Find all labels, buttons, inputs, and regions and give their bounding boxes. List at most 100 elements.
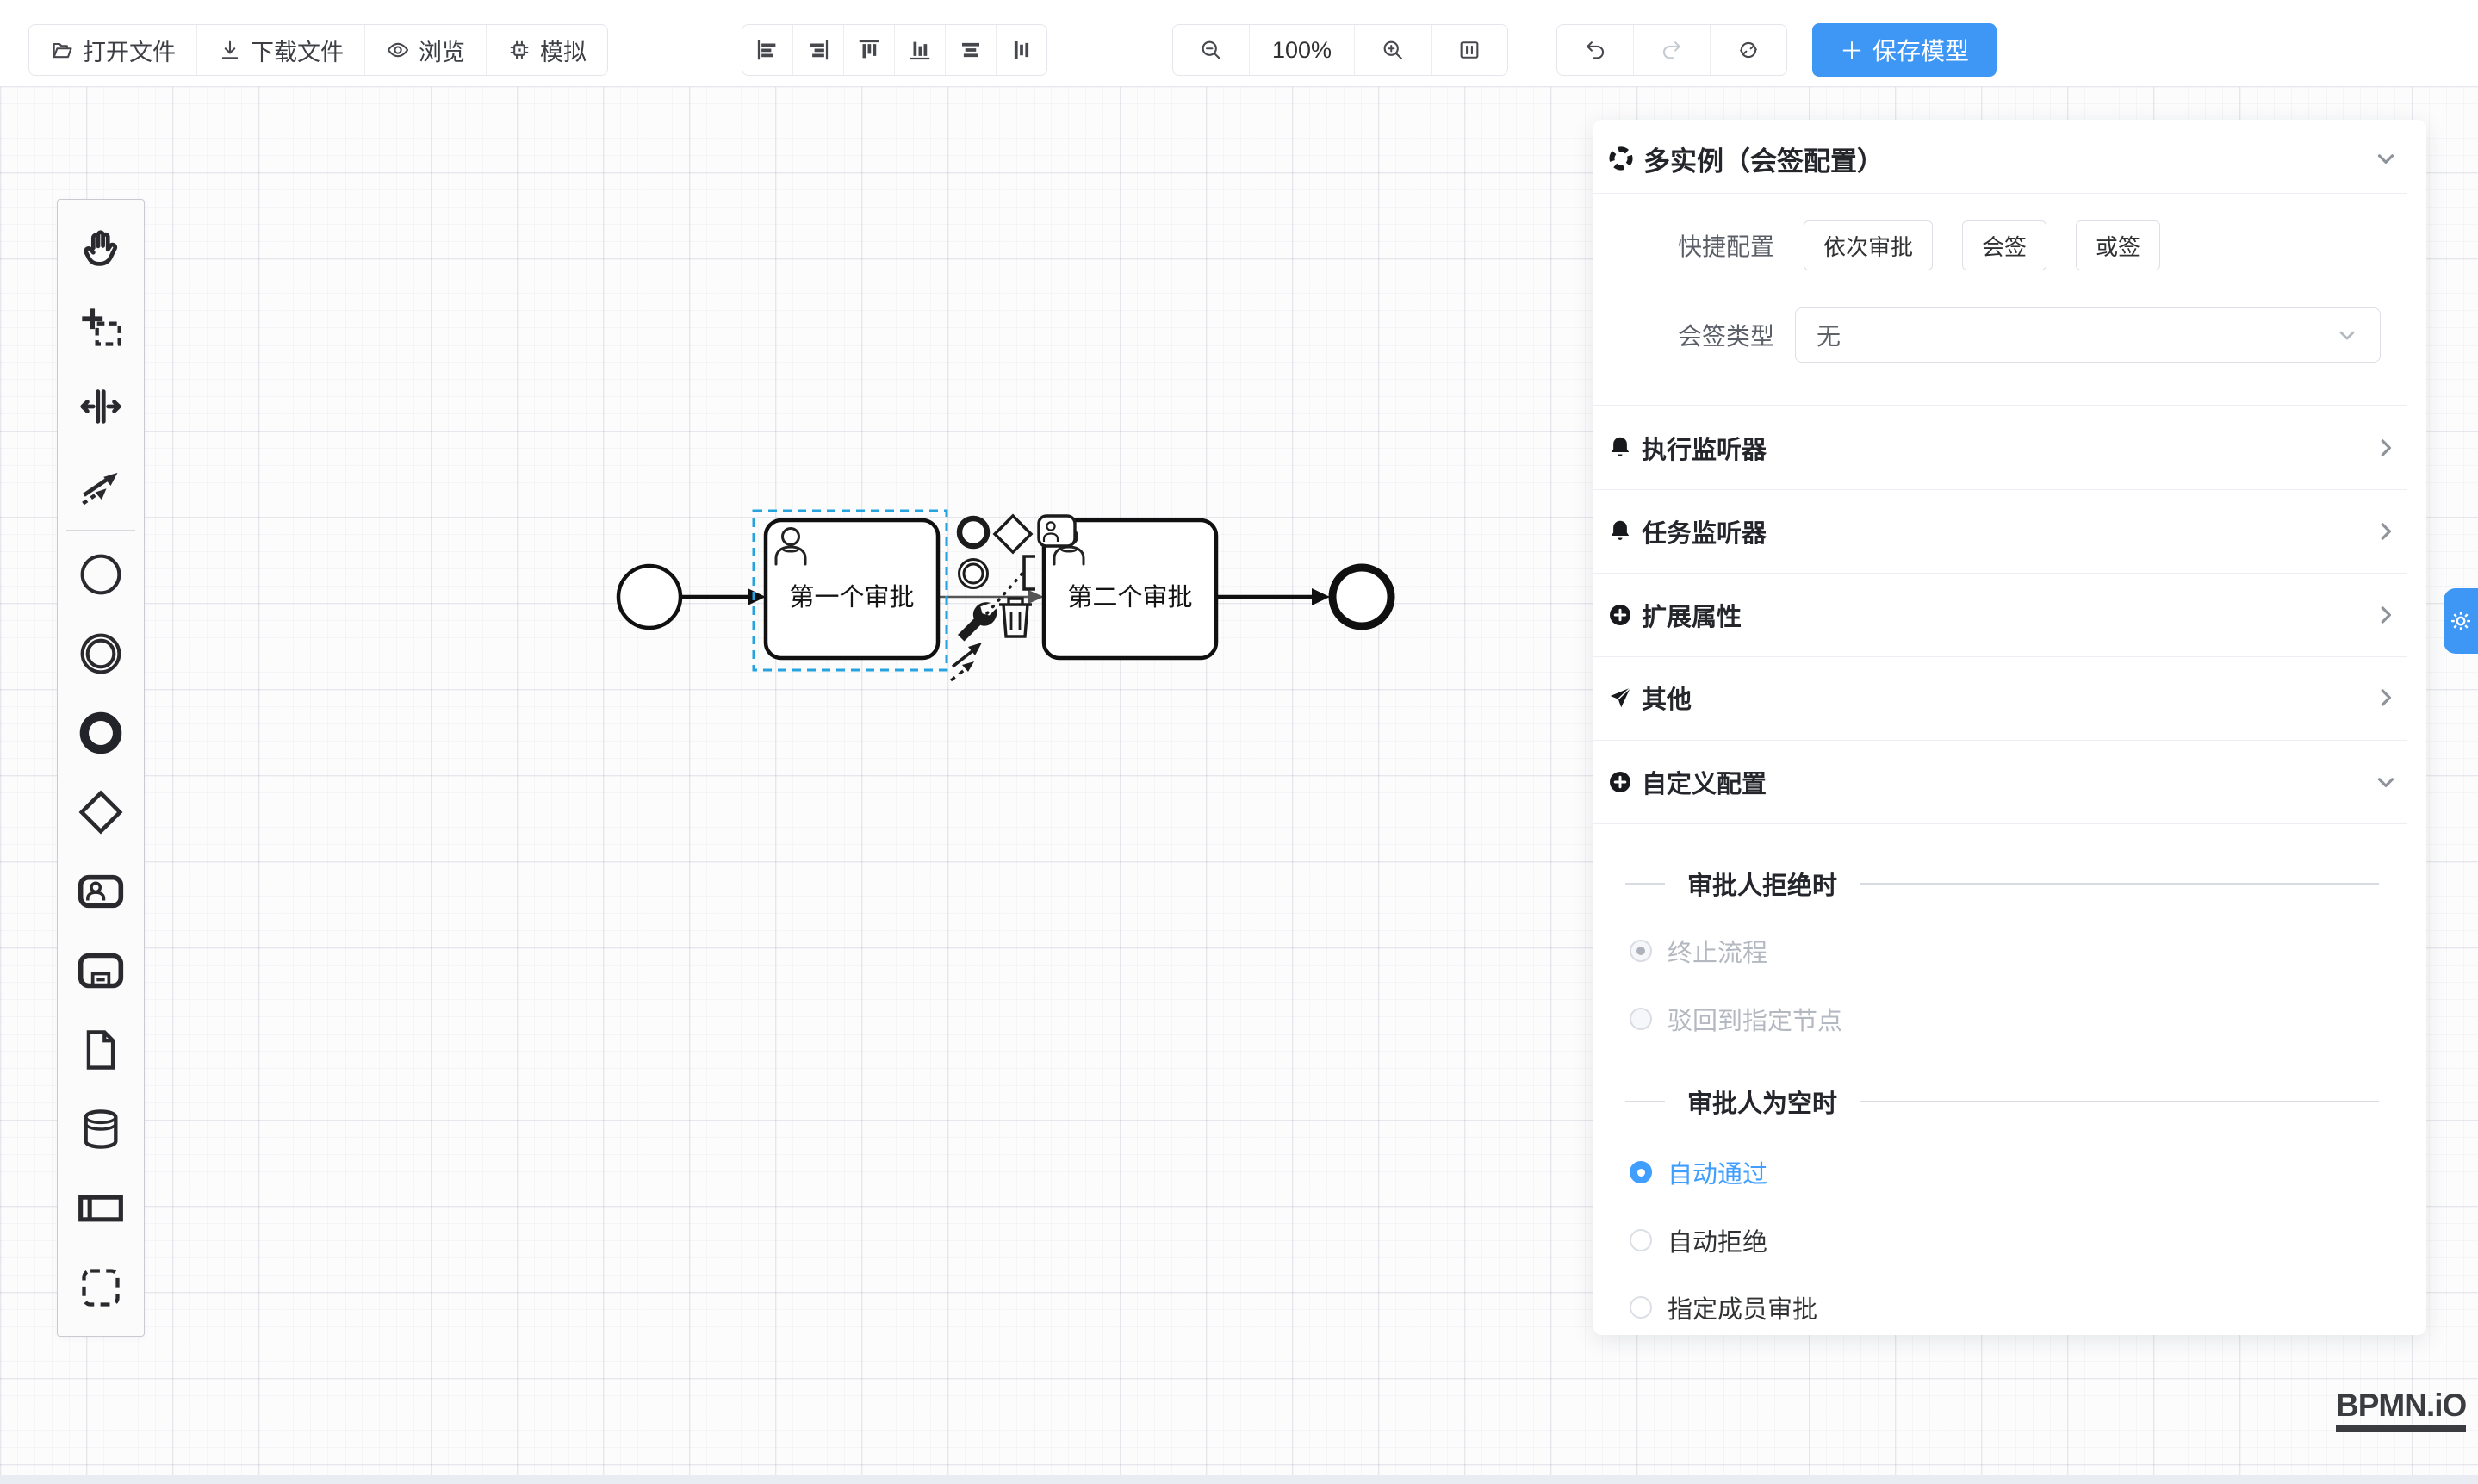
align-left-button[interactable] — [742, 25, 793, 75]
wrench-icon[interactable] — [958, 602, 997, 641]
lasso-tool[interactable] — [61, 288, 140, 367]
radio-icon — [1630, 1161, 1652, 1183]
intermediate-event-icon — [78, 630, 124, 677]
gear-icon — [2448, 608, 2474, 634]
section-other[interactable]: 其他 — [1593, 667, 2426, 729]
radio-label: 指定成员审批 — [1668, 1289, 1817, 1326]
section-extension-properties[interactable]: 扩展属性 — [1593, 584, 2426, 646]
download-icon — [218, 38, 242, 62]
append-user-task-icon[interactable] — [1039, 516, 1075, 546]
radio-label: 自动拒绝 — [1668, 1222, 1767, 1258]
toolbar: 打开文件 下载文件 浏览 模拟 — [0, 0, 2478, 87]
radio-auto-reject[interactable]: 自动拒绝 — [1593, 1217, 2426, 1264]
align-center-vertical-button[interactable] — [997, 25, 1046, 75]
append-intermediate-event-icon[interactable] — [960, 560, 988, 588]
align-right-button[interactable] — [793, 25, 844, 75]
sign-type-row: 会签类型 无 — [1593, 304, 2426, 366]
create-group[interactable] — [61, 1248, 140, 1327]
radio-label: 驳回到指定节点 — [1668, 1001, 1842, 1037]
radio-assign-member[interactable]: 指定成员审批 — [1593, 1284, 2426, 1331]
participant-icon — [77, 1184, 125, 1233]
plus-circle-icon — [1607, 602, 1633, 628]
start-event[interactable] — [618, 566, 680, 628]
folder-icon — [50, 38, 74, 62]
save-model-button[interactable]: ＋ 保存模型 — [1812, 23, 1997, 77]
quick-config-countersign-button[interactable]: 会签 — [1962, 220, 2046, 270]
quick-config-sequential-button[interactable]: 依次审批 — [1804, 220, 1933, 270]
section-execution-listener[interactable]: 执行监听器 — [1593, 417, 2426, 479]
chevron-down-icon — [2335, 323, 2359, 347]
divider — [1593, 573, 2407, 574]
user-task-icon — [77, 867, 125, 916]
arrowhead — [748, 588, 766, 605]
divider — [1593, 740, 2407, 741]
annotation-dotted-link — [987, 568, 1027, 613]
create-subprocess[interactable] — [61, 931, 140, 1010]
create-start-event[interactable] — [61, 535, 140, 614]
radio-auto-pass[interactable]: 自动通过 — [1593, 1149, 2426, 1195]
end-event[interactable] — [1332, 568, 1391, 626]
group-title: 审批人为空时 — [1687, 1084, 1837, 1120]
start-event-icon — [78, 551, 124, 598]
zoom-level: 100% — [1250, 25, 1355, 75]
data-object-icon — [78, 1028, 123, 1072]
zoom-in-button[interactable] — [1355, 25, 1432, 75]
section-label: 执行监听器 — [1642, 430, 1767, 466]
hand-icon — [78, 226, 123, 270]
sequence-flow-3[interactable] — [1216, 588, 1330, 605]
button-label: 模拟 — [540, 34, 587, 67]
group-icon — [78, 1265, 123, 1310]
button-label: 打开文件 — [83, 34, 176, 67]
append-end-event-icon[interactable] — [960, 518, 987, 546]
preview-button[interactable]: 浏览 — [365, 25, 487, 75]
create-data-store[interactable] — [61, 1090, 140, 1169]
chevron-right-icon — [2373, 518, 2399, 544]
subprocess-icon — [77, 947, 125, 995]
section-label: 扩展属性 — [1642, 597, 1742, 633]
create-gateway[interactable] — [61, 773, 140, 852]
sign-type-select[interactable]: 无 — [1795, 307, 2381, 363]
save-button-label: 保存模型 — [1872, 33, 1969, 67]
empty-group-heading: 审批人为空时 — [1593, 1078, 2426, 1125]
divider — [1593, 823, 2407, 824]
undo-button[interactable] — [1557, 25, 1634, 75]
group-title: 审批人拒绝时 — [1687, 866, 1837, 902]
append-gateway-icon[interactable] — [995, 516, 1031, 552]
quick-config-orsign-button[interactable]: 或签 — [2076, 220, 2160, 270]
fit-viewport-button[interactable] — [1432, 25, 1507, 75]
delete-icon[interactable] — [999, 599, 1032, 636]
create-end-event[interactable] — [61, 693, 140, 773]
plus-icon: ＋ — [1840, 33, 1864, 67]
radio-return-to-node[interactable]: 驳回到指定节点 — [1593, 996, 2426, 1042]
zoom-out-button[interactable] — [1173, 25, 1250, 75]
quick-config-label: 快捷配置 — [1593, 228, 1774, 263]
global-connect-tool[interactable] — [61, 446, 140, 525]
divider — [1625, 883, 1665, 885]
space-tool[interactable] — [61, 367, 140, 446]
simulate-button[interactable]: 模拟 — [487, 25, 607, 75]
download-file-button[interactable]: 下载文件 — [197, 25, 365, 75]
align-top-button[interactable] — [844, 25, 895, 75]
bell-icon — [1607, 518, 1633, 544]
align-center-vertical-icon — [1009, 37, 1034, 63]
connect-icon[interactable] — [951, 643, 982, 680]
open-file-button[interactable]: 打开文件 — [29, 25, 197, 75]
user-task-1[interactable]: 第一个审批 — [766, 520, 938, 658]
reset-button[interactable] — [1711, 25, 1786, 75]
align-center-horizontal-button[interactable] — [946, 25, 997, 75]
panel-header[interactable]: 多实例（会签配置） — [1593, 128, 2426, 189]
align-bottom-button[interactable] — [895, 25, 946, 75]
redo-button[interactable] — [1634, 25, 1711, 75]
create-user-task[interactable] — [61, 852, 140, 931]
hand-tool[interactable] — [61, 208, 140, 288]
radio-terminate-process[interactable]: 终止流程 — [1593, 928, 2426, 974]
settings-tab[interactable] — [2444, 588, 2478, 654]
create-participant[interactable] — [61, 1169, 140, 1248]
section-task-listener[interactable]: 任务监听器 — [1593, 500, 2426, 562]
sequence-flow-2[interactable] — [938, 590, 1044, 604]
create-data-object[interactable] — [61, 1010, 140, 1090]
create-intermediate-event[interactable] — [61, 614, 140, 693]
radio-icon — [1630, 1296, 1652, 1319]
section-custom-config[interactable]: 自定义配置 — [1593, 751, 2426, 813]
text-annotation-icon[interactable] — [1024, 556, 1035, 589]
